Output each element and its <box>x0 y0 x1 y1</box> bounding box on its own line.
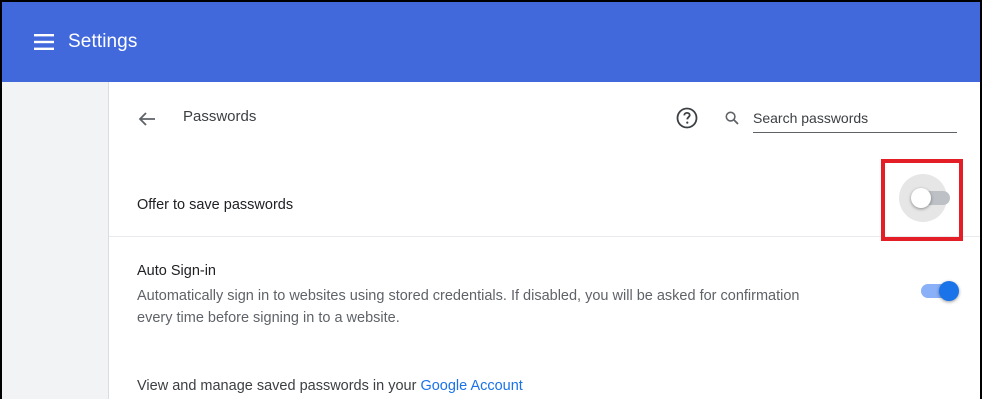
back-arrow-icon[interactable] <box>137 109 157 129</box>
offer-to-save-row: Offer to save passwords <box>109 172 980 237</box>
manage-passwords-text: View and manage saved passwords in your … <box>137 378 523 394</box>
search-passwords-input[interactable] <box>753 106 957 133</box>
auto-signin-toggle[interactable] <box>921 279 961 303</box>
help-circle-icon[interactable] <box>675 106 699 130</box>
top-app-bar: Settings <box>2 2 980 82</box>
google-account-link[interactable]: Google Account <box>420 378 522 394</box>
toggle-knob <box>911 188 931 208</box>
left-gutter <box>2 82 109 399</box>
offer-to-save-label: Offer to save passwords <box>137 197 294 213</box>
subpage-header: Passwords <box>109 82 980 154</box>
manage-passwords-row: View and manage saved passwords in your … <box>109 368 980 399</box>
app-title: Settings <box>68 31 138 52</box>
passwords-card: Passwords Offer to save passwords Auto S… <box>109 82 980 399</box>
hamburger-menu-icon[interactable] <box>34 34 54 50</box>
auto-signin-title: Auto Sign-in <box>137 263 216 279</box>
auto-signin-description: Automatically sign in to websites using … <box>137 288 800 326</box>
search-icon <box>725 111 739 125</box>
auto-signin-row: Auto Sign-in Automatically sign in to we… <box>109 237 980 341</box>
page-title: Passwords <box>183 108 257 125</box>
toggle-knob <box>939 281 959 301</box>
settings-window: Settings Passwords Offer to save passwor… <box>0 0 982 399</box>
